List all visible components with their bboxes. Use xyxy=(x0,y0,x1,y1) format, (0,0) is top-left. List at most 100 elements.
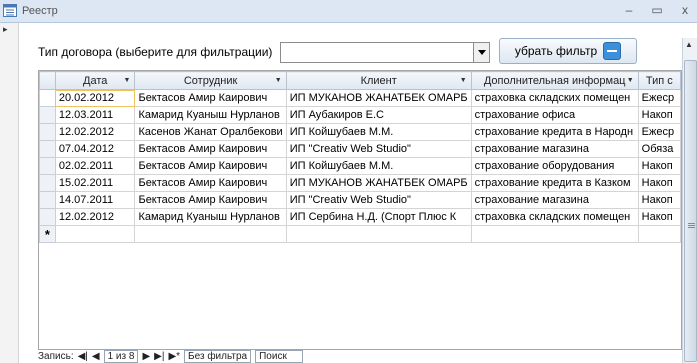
row-selector[interactable] xyxy=(39,174,56,192)
cell-client[interactable]: ИП "Creativ Web Studio" xyxy=(285,140,472,158)
contract-type-combo[interactable] xyxy=(280,42,490,63)
column-header-additional-info[interactable]: Дополнительная информац ▼ xyxy=(470,71,639,90)
cell-client[interactable]: ИП "Creativ Web Studio" xyxy=(285,191,472,209)
cell-type[interactable]: Накоп xyxy=(637,208,681,226)
combo-dropdown-button[interactable] xyxy=(473,43,489,62)
cell-employee[interactable]: Бектасов Амир Каирович xyxy=(134,191,287,209)
cell-client[interactable] xyxy=(285,225,472,243)
cell-additional-info[interactable]: страхование магазина xyxy=(470,140,639,158)
cell-employee[interactable]: Бектасов Амир Каирович xyxy=(134,174,287,192)
cell-date[interactable]: 20.02.2012 xyxy=(54,89,136,107)
minimize-button[interactable]: – xyxy=(620,2,638,18)
restore-button[interactable]: ▭ xyxy=(648,2,666,18)
cell-type[interactable]: Ежеср xyxy=(637,89,681,107)
scroll-up-icon[interactable]: ▲ xyxy=(685,40,693,49)
cell-client[interactable]: ИП Койшубаев М.М. xyxy=(285,123,472,141)
cell-type[interactable]: Накоп xyxy=(637,157,681,175)
row-selector[interactable] xyxy=(39,89,56,107)
cell-date[interactable]: 15.02.2011 xyxy=(54,174,136,192)
record-pointer-icon: ▸ xyxy=(3,24,8,34)
window-titlebar: Реестр – ▭ x xyxy=(0,0,697,23)
cell-date[interactable]: 07.04.2012 xyxy=(54,140,136,158)
cell-employee[interactable]: Касенов Жанат Оралбекови xyxy=(134,123,287,141)
cell-client[interactable]: ИП МУКАНОВ ЖАНАТБЕК ОМАРБ xyxy=(285,89,472,107)
sort-arrow-icon[interactable]: ▼ xyxy=(627,77,634,84)
cell-type[interactable]: Накоп xyxy=(637,191,681,209)
cell-type[interactable]: Обяза xyxy=(637,140,681,158)
row-selector[interactable] xyxy=(39,140,56,158)
column-header-employee[interactable]: Сотрудник ▼ xyxy=(134,71,287,90)
cell-client[interactable]: ИП Сербина Н.Д. (Спорт Плюс К xyxy=(285,208,472,226)
cell-additional-info[interactable]: страхование кредита в Казком xyxy=(470,174,639,192)
row-selector[interactable] xyxy=(39,106,56,124)
cell-date[interactable] xyxy=(54,225,136,243)
scroll-thumb[interactable] xyxy=(684,60,697,362)
row-selector[interactable] xyxy=(39,208,56,226)
navigation-bar: Запись: ◀| ◀ 1 из 8 ▶ ▶| ▶* Без фильтра … xyxy=(38,349,680,363)
next-record-button[interactable]: ▶ xyxy=(142,351,150,362)
cell-type[interactable]: Ежеср xyxy=(637,123,681,141)
table-row[interactable]: 20.02.2012 Бектасов Амир Каирович ИП МУК… xyxy=(39,89,681,107)
cell-date[interactable]: 02.02.2011 xyxy=(54,157,136,175)
column-header-date[interactable]: Дата ▼ xyxy=(54,71,136,90)
form-icon xyxy=(3,4,17,17)
cell-additional-info[interactable]: страхование магазина xyxy=(470,191,639,209)
row-selector[interactable] xyxy=(39,191,56,209)
remove-filter-button[interactable]: убрать фильтр xyxy=(499,38,637,64)
cell-date[interactable]: 12.03.2011 xyxy=(54,106,136,124)
cell-employee[interactable]: Камарид Куаныш Нурланов xyxy=(134,208,287,226)
grip-icon xyxy=(688,223,695,224)
cell-additional-info[interactable]: страхование кредита в Народн xyxy=(470,123,639,141)
select-all-corner[interactable] xyxy=(39,71,56,90)
search-input[interactable]: Поиск xyxy=(255,349,304,363)
cell-employee[interactable] xyxy=(134,225,287,243)
row-selector[interactable] xyxy=(39,123,56,141)
table-row[interactable]: 15.02.2011 Бектасов Амир Каирович ИП МУК… xyxy=(39,174,681,192)
table-row[interactable]: 02.02.2011 Бектасов Амир Каирович ИП Кой… xyxy=(39,157,681,175)
cell-additional-info[interactable]: страхование оборудования xyxy=(470,157,639,175)
cell-additional-info[interactable]: страховка складских помещен xyxy=(470,89,639,107)
cell-client[interactable]: ИП Аубакиров Е.С xyxy=(285,106,472,124)
current-record-field[interactable]: 1 из 8 xyxy=(103,349,139,363)
close-button[interactable]: x xyxy=(676,2,694,18)
prev-record-button[interactable]: ◀ xyxy=(92,351,100,362)
cell-additional-info[interactable] xyxy=(470,225,639,243)
first-record-button[interactable]: ◀| xyxy=(78,351,88,362)
cell-employee[interactable]: Бектасов Амир Каирович xyxy=(134,89,287,107)
new-record-button[interactable]: ▶* xyxy=(168,351,180,362)
record-label: Запись: xyxy=(38,350,74,362)
sort-arrow-icon[interactable]: ▼ xyxy=(275,77,282,84)
cell-client[interactable]: ИП Койшубаев М.М. xyxy=(285,157,472,175)
dropdown-arrow-icon xyxy=(477,50,486,55)
new-record-marker: * xyxy=(39,225,56,243)
form-record-selector[interactable] xyxy=(0,23,19,363)
last-record-button[interactable]: ▶| xyxy=(154,351,164,362)
cell-employee[interactable]: Бектасов Амир Каирович xyxy=(134,157,287,175)
sort-arrow-icon[interactable]: ▼ xyxy=(460,77,467,84)
table-row[interactable]: 12.03.2011 Камарид Куаныш Нурланов ИП Ау… xyxy=(39,106,681,124)
new-record-row[interactable]: * xyxy=(39,225,681,243)
cell-date[interactable]: 14.07.2011 xyxy=(54,191,136,209)
cell-type[interactable] xyxy=(637,225,681,243)
cell-additional-info[interactable]: страховка складских помещен xyxy=(470,208,639,226)
table-row[interactable]: 12.02.2012 Камарид Куаныш Нурланов ИП Се… xyxy=(39,208,681,226)
cell-employee[interactable]: Камарид Куаныш Нурланов xyxy=(134,106,287,124)
cell-date[interactable]: 12.02.2012 xyxy=(54,123,136,141)
records-datasheet[interactable]: Дата ▼ Сотрудник ▼ Клиент ▼ Дополнительная … xyxy=(38,70,682,350)
cell-client[interactable]: ИП МУКАНОВ ЖАНАТБЕК ОМАРБ xyxy=(285,174,472,192)
window-title: Реестр xyxy=(22,5,58,17)
column-header-type[interactable]: Тип с xyxy=(637,71,681,90)
cell-type[interactable]: Накоп xyxy=(637,106,681,124)
table-row[interactable]: 14.07.2011 Бектасов Амир Каирович ИП "Cr… xyxy=(39,191,681,209)
sort-arrow-icon[interactable]: ▼ xyxy=(124,77,131,84)
cell-type[interactable]: Накоп xyxy=(637,174,681,192)
column-header-client[interactable]: Клиент ▼ xyxy=(285,71,472,90)
row-selector[interactable] xyxy=(39,157,56,175)
vertical-scrollbar[interactable]: ▲ xyxy=(682,38,697,363)
no-filter-button[interactable]: Без фильтра xyxy=(184,349,252,363)
table-row[interactable]: 07.04.2012 Бектасов Амир Каирович ИП "Cr… xyxy=(39,140,681,158)
cell-additional-info[interactable]: страхование офиса xyxy=(470,106,639,124)
cell-date[interactable]: 12.02.2012 xyxy=(54,208,136,226)
cell-employee[interactable]: Бектасов Амир Каирович xyxy=(134,140,287,158)
table-row[interactable]: 12.02.2012 Касенов Жанат Оралбекови ИП К… xyxy=(39,123,681,141)
